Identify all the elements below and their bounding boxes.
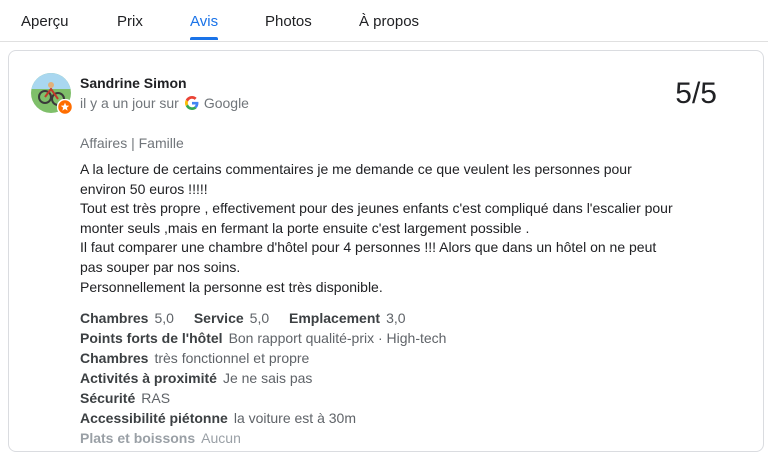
review-time: il y a un jour sur [80, 95, 179, 111]
review-text-line: Tout est très propre , effectivement pou… [80, 200, 673, 217]
tab-about[interactable]: À propos [359, 13, 419, 30]
review-text: A la lecture de certains commentaires je… [80, 160, 720, 297]
detail-value: RAS [141, 390, 171, 406]
detail-value: très fonctionnel et propre [154, 350, 310, 366]
review-text-line: environ 50 euros !!!!! [80, 180, 208, 197]
active-tab-indicator [190, 37, 218, 40]
score-value-service: 5,0 [249, 310, 270, 326]
subscores-row: Chambres 5,0 Service 5,0 Emplacement 3,0 [80, 308, 720, 328]
detail-label: Activités à proximité [80, 370, 217, 386]
tab-overview[interactable]: Aperçu [21, 13, 69, 30]
score-value-location: 3,0 [386, 310, 406, 326]
detail-label: Points forts de l'hôtel [80, 330, 223, 346]
score-value-rooms: 5,0 [154, 310, 174, 326]
tab-reviews[interactable]: Avis [190, 13, 218, 30]
detail-label: Chambres [80, 350, 149, 366]
tab-photos[interactable]: Photos [265, 13, 312, 30]
trip-type: Affaires | Famille [80, 135, 184, 151]
tab-bar: Aperçu Prix Avis Photos À propos [0, 0, 768, 42]
review-text-line: monter seuls ,mais en fermant la porte e… [80, 219, 530, 236]
review-card: Sandrine Simon il y a un jour sur Google… [8, 50, 764, 452]
detail-row-highlights: Points forts de l'hôtel Bon rapport quali… [80, 328, 720, 348]
score-label-service: Service [193, 310, 244, 326]
score-label-rooms: Chambres [80, 310, 149, 326]
review-rating: 5/5 [675, 77, 717, 110]
google-g-icon [184, 96, 199, 110]
review-text-line: A la lecture de certains commentaires je… [80, 161, 632, 177]
tab-prices[interactable]: Prix [117, 13, 143, 30]
review-text-line: Il faut comparer une chambre d'hôtel pou… [80, 239, 657, 256]
detail-label: Plats et boissons [80, 430, 196, 446]
avatar[interactable] [31, 73, 73, 115]
detail-row-nearby: Activités à proximité Je ne sais pas [80, 368, 720, 388]
detail-label: Sécurité [80, 390, 136, 406]
review-meta: il y a un jour sur Google [80, 95, 249, 111]
detail-row-rooms: Chambres très fonctionnel et propre [80, 348, 720, 368]
reviewer-name[interactable]: Sandrine Simon [80, 75, 187, 91]
review-attributes: Chambres 5,0 Service 5,0 Emplacement 3,0 Po… [80, 308, 720, 448]
detail-value: Bon rapport qualité-prix · High-tech [228, 330, 447, 346]
detail-value: Aucun [201, 430, 241, 446]
local-guide-badge-icon [57, 99, 73, 115]
detail-value: la voiture est à 30m [233, 410, 356, 426]
detail-row-food: Plats et boissons Aucun [80, 428, 720, 448]
detail-label: Accessibilité piétonne [80, 410, 228, 426]
score-label-location: Emplacement [289, 310, 381, 326]
detail-row-walkability: Accessibilité piétonne la voiture est à 3… [80, 408, 720, 428]
detail-row-safety: Sécurité RAS [80, 388, 720, 408]
review-text-line: Personnellement la personne est très dis… [80, 278, 383, 295]
detail-value: Je ne sais pas [222, 370, 313, 386]
review-source: Google [203, 95, 249, 111]
review-text-line: pas souper par nos soins. [80, 258, 241, 275]
